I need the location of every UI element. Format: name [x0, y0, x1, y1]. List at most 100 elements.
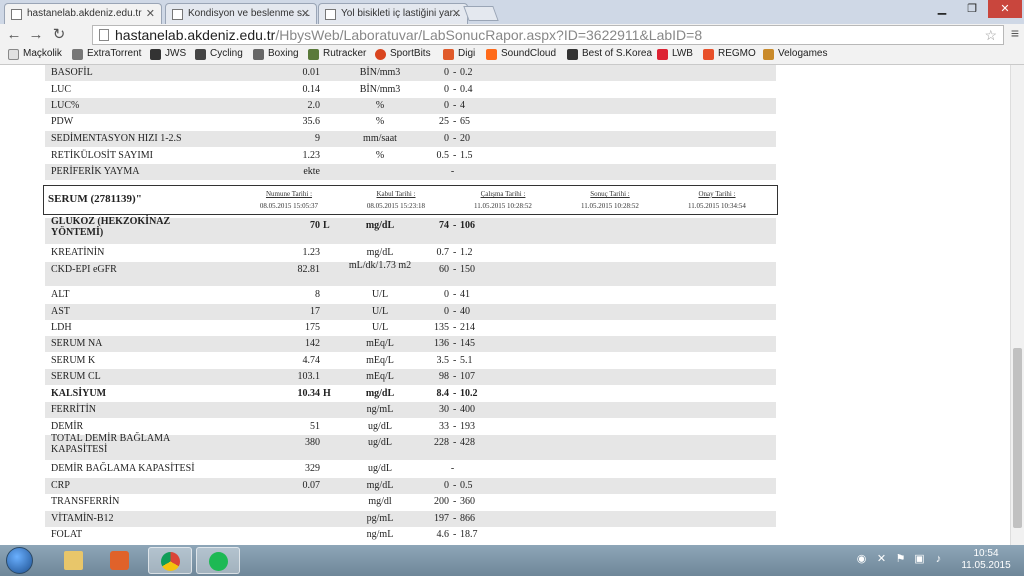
- tab-title: Yol bisikleti iç lastiğini yar...: [341, 8, 461, 19]
- test-value: 103.1: [297, 371, 321, 382]
- range-separator: -: [453, 513, 457, 524]
- bookmark-jws[interactable]: JWS: [150, 48, 186, 60]
- restore-icon[interactable]: ❐: [958, 0, 986, 18]
- serum-header: SERUM (2781139)" Numune Tarihi :08.05.20…: [43, 185, 778, 215]
- bookmark-digi[interactable]: Digi: [443, 48, 475, 60]
- spotify-icon: [209, 552, 228, 571]
- forward-icon[interactable]: →: [26, 25, 46, 45]
- clock[interactable]: 10:54 11.05.2015: [957, 548, 1015, 572]
- test-value: 8: [315, 289, 320, 300]
- range-separator: -: [453, 355, 457, 366]
- reference-low: 33: [439, 421, 449, 432]
- table-row: GLUKOZ (HEKZOKİNAZ YÖNTEMİ) 70 Lmg/dL 74-10…: [45, 216, 776, 244]
- bookmark-icon: [375, 49, 386, 60]
- range-separator: -: [453, 306, 457, 317]
- test-value: 70: [310, 220, 320, 231]
- reload-icon[interactable]: ↻: [49, 25, 69, 45]
- range-separator: -: [453, 404, 457, 415]
- media-player-icon: [110, 551, 129, 570]
- reference-high: 10.2: [460, 388, 478, 399]
- explorer-button[interactable]: [52, 547, 96, 574]
- scrollbar-thumb[interactable]: [1013, 348, 1022, 528]
- tab-kondisyon[interactable]: Kondisyon ve beslenme s... ✕: [165, 3, 317, 24]
- range-separator: -: [453, 150, 457, 161]
- range-separator: -: [453, 529, 457, 540]
- chrome-button[interactable]: [148, 547, 192, 574]
- table-row: LDH 175 U/L 135-214: [45, 320, 776, 336]
- table-row: DEMİR BAĞLAMA KAPASİTESİ 329 ug/dL -: [45, 461, 776, 477]
- test-value: 0.07: [302, 480, 321, 491]
- reference-high: 0.5: [460, 480, 473, 491]
- url-path: /HbysWeb/Laboratuvar/LabSonucRapor.aspx?…: [275, 27, 703, 43]
- test-value: 0.01: [302, 67, 321, 78]
- reference-low: 0: [444, 133, 449, 144]
- bookmark-velogames[interactable]: Velogames: [763, 48, 827, 60]
- star-icon[interactable]: ☆: [984, 26, 997, 44]
- back-icon[interactable]: ←: [4, 25, 24, 45]
- test-name: BASOFİL: [51, 67, 93, 78]
- close-window-icon[interactable]: ✕: [988, 0, 1022, 18]
- menu-icon[interactable]: ≡: [1006, 25, 1024, 45]
- volume-icon[interactable]: ♪: [932, 553, 945, 566]
- reference-high: 65: [460, 116, 470, 127]
- reference-low: 60: [439, 264, 449, 275]
- address-bar[interactable]: hastanelab.akdeniz.edu.tr/HbysWeb/Labora…: [92, 25, 1004, 45]
- bookmark-icon: [486, 49, 497, 60]
- close-icon[interactable]: ✕: [452, 7, 461, 20]
- test-name: RETİKÜLOSİT SAYIMI: [51, 150, 153, 161]
- bookmark-rutracker[interactable]: Rutracker: [308, 48, 366, 60]
- bookmark-sportbits[interactable]: SportBits: [375, 48, 431, 60]
- test-value: 142: [305, 338, 320, 349]
- new-tab-button[interactable]: [463, 6, 499, 21]
- bookmark-lwb[interactable]: LWB: [657, 48, 693, 60]
- scrollbar[interactable]: [1010, 65, 1024, 545]
- range-separator: -: [453, 496, 457, 507]
- test-name: KALSİYUM: [51, 388, 107, 399]
- bookmark-extratorrent[interactable]: ExtraTorrent: [72, 48, 141, 60]
- test-value: 82.81: [297, 264, 321, 275]
- tab-yol-bisikleti[interactable]: Yol bisikleti iç lastiğini yar... ✕: [318, 3, 468, 24]
- test-value: 329: [305, 463, 320, 474]
- range-separator: -: [453, 371, 457, 382]
- bookmark-mackolik[interactable]: Maçkolik: [8, 48, 62, 60]
- bookmark-boxing[interactable]: Boxing: [253, 48, 299, 60]
- page-icon: [172, 9, 183, 20]
- bookmark-soundcloud[interactable]: SoundCloud: [486, 48, 556, 60]
- network-icon[interactable]: ▣: [913, 553, 926, 566]
- bookmark-best-of-skorea[interactable]: Best of S.Korea: [567, 48, 652, 60]
- range-separator: -: [453, 133, 457, 144]
- chrome-tray-icon[interactable]: ◉: [855, 553, 868, 566]
- reference-low: 228: [434, 437, 449, 448]
- tab-hastanelab[interactable]: hastanelab.akdeniz.edu.tr ✕: [4, 3, 162, 24]
- serum-title: SERUM (2781139)": [48, 193, 142, 205]
- bookmark-icon: [195, 49, 206, 60]
- bookmark-icon: [308, 49, 319, 60]
- close-icon[interactable]: ✕: [146, 7, 155, 20]
- test-name: CRP: [51, 480, 70, 491]
- media-player-button[interactable]: [98, 547, 142, 574]
- start-button[interactable]: [6, 547, 33, 574]
- close-icon[interactable]: ✕: [301, 7, 310, 20]
- bookmark-icon: [703, 49, 714, 60]
- flag-icon[interactable]: ⚑: [894, 553, 907, 566]
- table-row: PDW 35.6% 25-65: [45, 114, 776, 130]
- test-name: FERRİTİN: [51, 404, 96, 415]
- spotify-button[interactable]: [196, 547, 240, 574]
- abnormal-flag: L: [323, 220, 330, 231]
- table-row: SEDİMENTASYON HIZI 1-2.S 9 mm/saat 0-20: [45, 131, 776, 147]
- bookmark-regmo[interactable]: REGMO: [703, 48, 756, 60]
- tray-icon[interactable]: ✕: [875, 553, 888, 566]
- bookmark-icon: [253, 49, 264, 60]
- url-host: hastanelab.akdeniz.edu.tr: [115, 27, 276, 43]
- range-separator: -: [453, 220, 457, 231]
- test-name: KREATİNİN: [51, 247, 105, 258]
- test-value: 0.14: [302, 84, 321, 95]
- reference-high: 428: [460, 437, 475, 448]
- bookmark-cycling[interactable]: Cycling: [195, 48, 243, 60]
- reference-high: 193: [460, 421, 475, 432]
- minimize-icon[interactable]: ▁: [928, 0, 956, 18]
- tab-strip: hastanelab.akdeniz.edu.tr ✕ Kondisyon ve…: [0, 0, 1024, 24]
- table-row: ALT 8 U/L 0-41: [45, 287, 776, 303]
- reference-low: 0.7: [436, 247, 450, 258]
- table-row: AST 17 U/L 0-40: [45, 304, 776, 320]
